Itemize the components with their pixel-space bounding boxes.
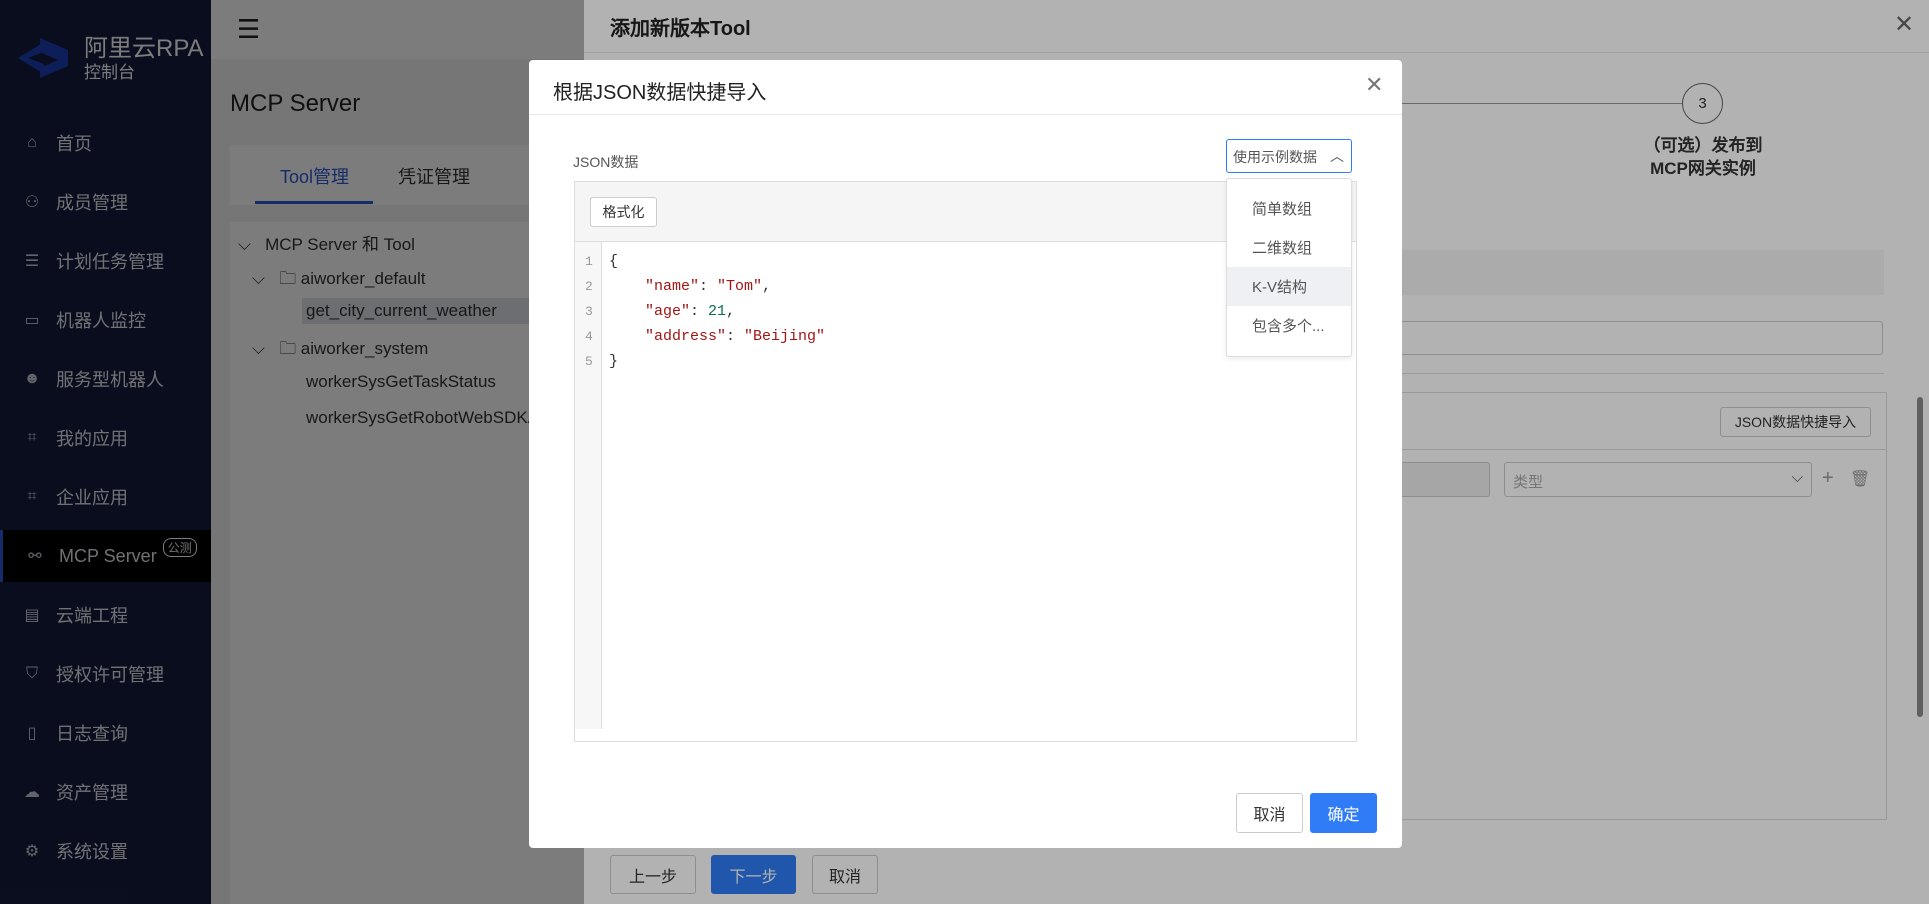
line-gutter: 1 2 3 4 5 bbox=[575, 242, 602, 729]
code-line: } bbox=[609, 353, 619, 370]
option-kv-structure[interactable]: K-V结构 bbox=[1227, 267, 1351, 306]
json-label: JSON数据 bbox=[573, 154, 639, 170]
code-line: "address": "Beijing" bbox=[645, 328, 826, 345]
line-number: 3 bbox=[585, 304, 593, 319]
format-button[interactable]: 格式化 bbox=[590, 197, 657, 227]
json-key: "address" bbox=[645, 328, 727, 345]
chevron-up-icon: ︿ bbox=[1330, 148, 1344, 164]
json-value: "Tom" bbox=[717, 278, 763, 295]
json-value: 21 bbox=[708, 303, 727, 320]
line-number: 4 bbox=[585, 329, 593, 344]
json-key: "age" bbox=[645, 303, 691, 320]
divider bbox=[529, 114, 1402, 115]
sample-select-label: 使用示例数据 bbox=[1233, 149, 1317, 165]
code-line: { bbox=[609, 253, 619, 270]
json-value: "Beijing" bbox=[744, 328, 826, 345]
json-import-modal: 根据JSON数据快捷导入 ✕ JSON数据 格式化 1 2 3 4 5 { "name"… bbox=[529, 60, 1402, 848]
json-key: "name" bbox=[645, 278, 700, 295]
code-content[interactable]: { "name": "Tom", "age": 21, "address": "… bbox=[609, 249, 825, 374]
modal-confirm-button[interactable]: 确定 bbox=[1310, 793, 1377, 833]
code-line: "age": 21, bbox=[645, 303, 736, 320]
modal-title: 根据JSON数据快捷导入 bbox=[553, 82, 767, 104]
modal-cancel-button[interactable]: 取消 bbox=[1236, 793, 1303, 833]
sample-dropdown: 简单数组 二维数组 K-V结构 包含多个... bbox=[1226, 178, 1352, 357]
code-line: "name": "Tom", bbox=[645, 278, 772, 295]
option-2d-array[interactable]: 二维数组 bbox=[1227, 228, 1351, 267]
sample-data-select[interactable]: 使用示例数据 ︿ bbox=[1226, 139, 1352, 173]
close-icon[interactable]: ✕ bbox=[1365, 72, 1383, 98]
option-multiple[interactable]: 包含多个... bbox=[1227, 306, 1351, 345]
line-number: 1 bbox=[585, 254, 593, 269]
option-simple-array[interactable]: 简单数组 bbox=[1227, 189, 1351, 228]
line-number: 2 bbox=[585, 279, 593, 294]
line-number: 5 bbox=[585, 354, 593, 369]
